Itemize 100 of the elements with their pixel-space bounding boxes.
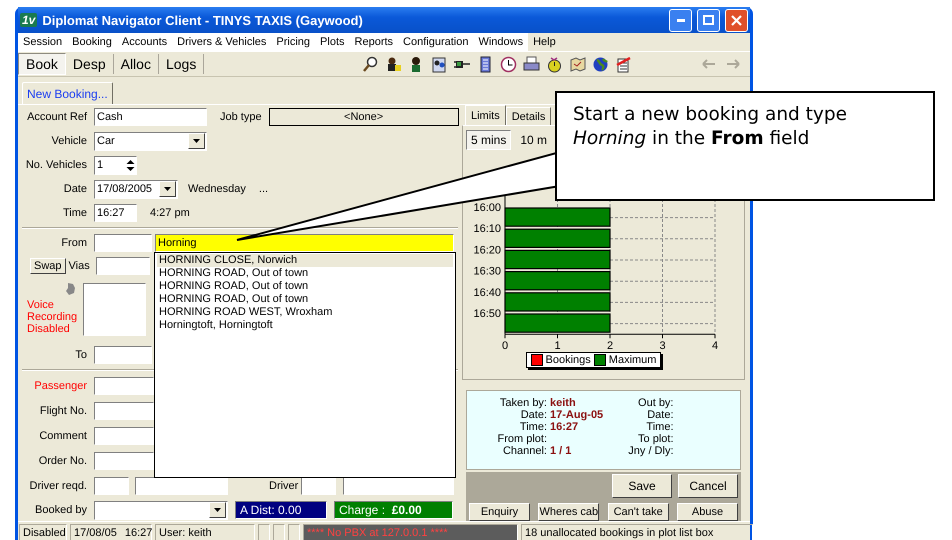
field-label: Flight No. <box>38 404 87 416</box>
more-text[interactable]: ... <box>258 183 268 195</box>
field-label: Time <box>62 207 87 219</box>
action-button[interactable]: Wheres cab <box>538 503 600 521</box>
suggestion-item[interactable]: HORNING ROAD, Out of town <box>157 293 453 306</box>
interval-button[interactable]: 5 mins <box>466 130 512 150</box>
input-field[interactable] <box>94 452 154 470</box>
window-title: Diplomat Navigator Client - TINYS TAXIS (Gaywood) <box>42 12 364 28</box>
swap-button[interactable]: Swap <box>30 258 66 274</box>
suggestion-item[interactable]: HORNING ROAD, Out of town <box>157 280 453 293</box>
menu-item[interactable]: Booking <box>67 36 117 48</box>
legend-label: Bookings <box>546 354 591 366</box>
charge-display: Charge : £0.00 <box>334 501 453 519</box>
menu-item[interactable]: Help <box>528 36 561 48</box>
menu-item[interactable]: Accounts <box>116 36 172 48</box>
input-field[interactable] <box>96 257 150 275</box>
tab[interactable]: Details <box>506 107 552 125</box>
status-panel <box>288 524 300 540</box>
status-message: 18 unallocated bookings in plot list box <box>521 524 753 540</box>
dropdown[interactable]: Car <box>94 132 207 150</box>
suggestion-item[interactable]: HORNING ROAD, Out of town <box>157 267 453 280</box>
weekday-text: Wednesday <box>188 183 246 195</box>
job-type-field[interactable]: <None> <box>268 108 459 126</box>
status-user: User: keith <box>155 524 255 540</box>
menu-item[interactable]: Reports <box>350 36 398 48</box>
maximize-icon <box>703 15 714 25</box>
info-label: Date: <box>520 409 547 421</box>
voice-status-text: Voice Recording Disabled <box>27 299 77 337</box>
form-tab[interactable]: New Booking... <box>22 82 113 104</box>
date-picker[interactable]: 17/08/2005 <box>94 180 178 198</box>
tab[interactable]: Limits <box>465 105 506 125</box>
info-label: Taken by: <box>498 397 547 409</box>
dropdown[interactable] <box>94 500 228 520</box>
field-label: From <box>60 237 87 249</box>
input-field[interactable] <box>94 426 154 444</box>
axis-label: 16:40 <box>473 286 501 299</box>
info-value: 1 / 1 <box>550 445 572 457</box>
globe-icon[interactable] <box>592 56 610 72</box>
info-label: Date: <box>646 409 674 421</box>
status-time: 16:27 <box>124 526 152 538</box>
axis-label: 2 <box>606 340 614 352</box>
save-button[interactable]: Save <box>612 474 672 498</box>
maximize-button[interactable] <box>697 8 720 32</box>
spin-box[interactable]: 1 <box>94 156 137 174</box>
clock-icon[interactable] <box>500 56 518 72</box>
input-field[interactable] <box>94 402 154 420</box>
menu-item[interactable]: Plots <box>315 36 350 48</box>
info-label: Out by: <box>637 397 674 409</box>
close-button[interactable] <box>725 8 748 32</box>
menu-item[interactable]: Drivers & Vehicles <box>172 36 272 48</box>
input-field[interactable] <box>94 234 152 252</box>
mode-tab[interactable]: Book <box>18 53 66 75</box>
axis-label: 16:30 <box>473 266 501 278</box>
axis-label: 16:20 <box>473 244 501 256</box>
field-label: Passenger <box>33 380 87 392</box>
field-label: To <box>74 349 87 361</box>
menu-item[interactable]: Pricing <box>271 36 316 48</box>
suggestion-item[interactable]: HORNING ROAD WEST, Wroxham <box>157 306 453 319</box>
axis-label: 16:10 <box>473 223 501 236</box>
input-field[interactable]: Horning <box>155 234 454 252</box>
input-field[interactable]: Cash <box>94 108 207 126</box>
interval-button[interactable]: 10 m <box>515 130 552 150</box>
suggestion-item[interactable]: HORNING CLOSE, Norwich <box>157 254 453 267</box>
menu-item[interactable]: Configuration <box>398 36 474 48</box>
info-label: Channel: <box>502 445 547 457</box>
input-field[interactable] <box>94 346 152 364</box>
person-card-icon[interactable] <box>385 56 402 72</box>
time-text: 4:27 pm <box>150 207 190 219</box>
input-field[interactable] <box>94 376 154 394</box>
input-field[interactable]: 16:27 <box>94 204 137 222</box>
report-icon[interactable] <box>615 56 632 72</box>
field-label: Vehicle <box>50 135 87 147</box>
field-label: No. Vehicles <box>24 159 87 171</box>
axis-label: 3 <box>659 340 666 352</box>
text-area[interactable] <box>83 283 146 336</box>
mode-tab[interactable]: Desp <box>66 54 114 74</box>
input-field[interactable] <box>135 476 228 494</box>
info-value: 17-Aug-05 <box>550 409 604 421</box>
people-card-icon[interactable] <box>431 56 448 72</box>
info-value: 16:27 <box>550 421 580 433</box>
info-label: From plot: <box>496 433 547 445</box>
menu-item[interactable]: Windows <box>473 36 528 48</box>
distance-display: A Dist: 0.00 <box>235 501 327 519</box>
input-field[interactable] <box>94 476 129 494</box>
field-label: Driver reqd. <box>28 480 87 492</box>
menu-item[interactable]: Session <box>18 36 68 48</box>
mode-tab[interactable]: Alloc <box>114 54 159 74</box>
search-icon[interactable] <box>362 56 380 72</box>
mode-tab[interactable]: Logs <box>158 54 204 74</box>
action-button[interactable]: Enquiry <box>469 503 530 521</box>
info-value: keith <box>550 397 577 409</box>
minimize-button[interactable] <box>669 8 692 32</box>
cancel-button[interactable]: Cancel <box>678 474 738 498</box>
printer-icon[interactable] <box>523 56 540 72</box>
callout-text: Start a new booking and type Horning in the From field <box>573 103 848 151</box>
action-button[interactable]: Abuse <box>676 503 738 521</box>
action-button[interactable]: Can't take <box>608 503 669 521</box>
stopwatch-icon[interactable] <box>546 56 564 72</box>
field-label: Driver <box>269 480 298 492</box>
suggestion-item[interactable]: Horningtoft, Horningtoft <box>157 319 453 332</box>
